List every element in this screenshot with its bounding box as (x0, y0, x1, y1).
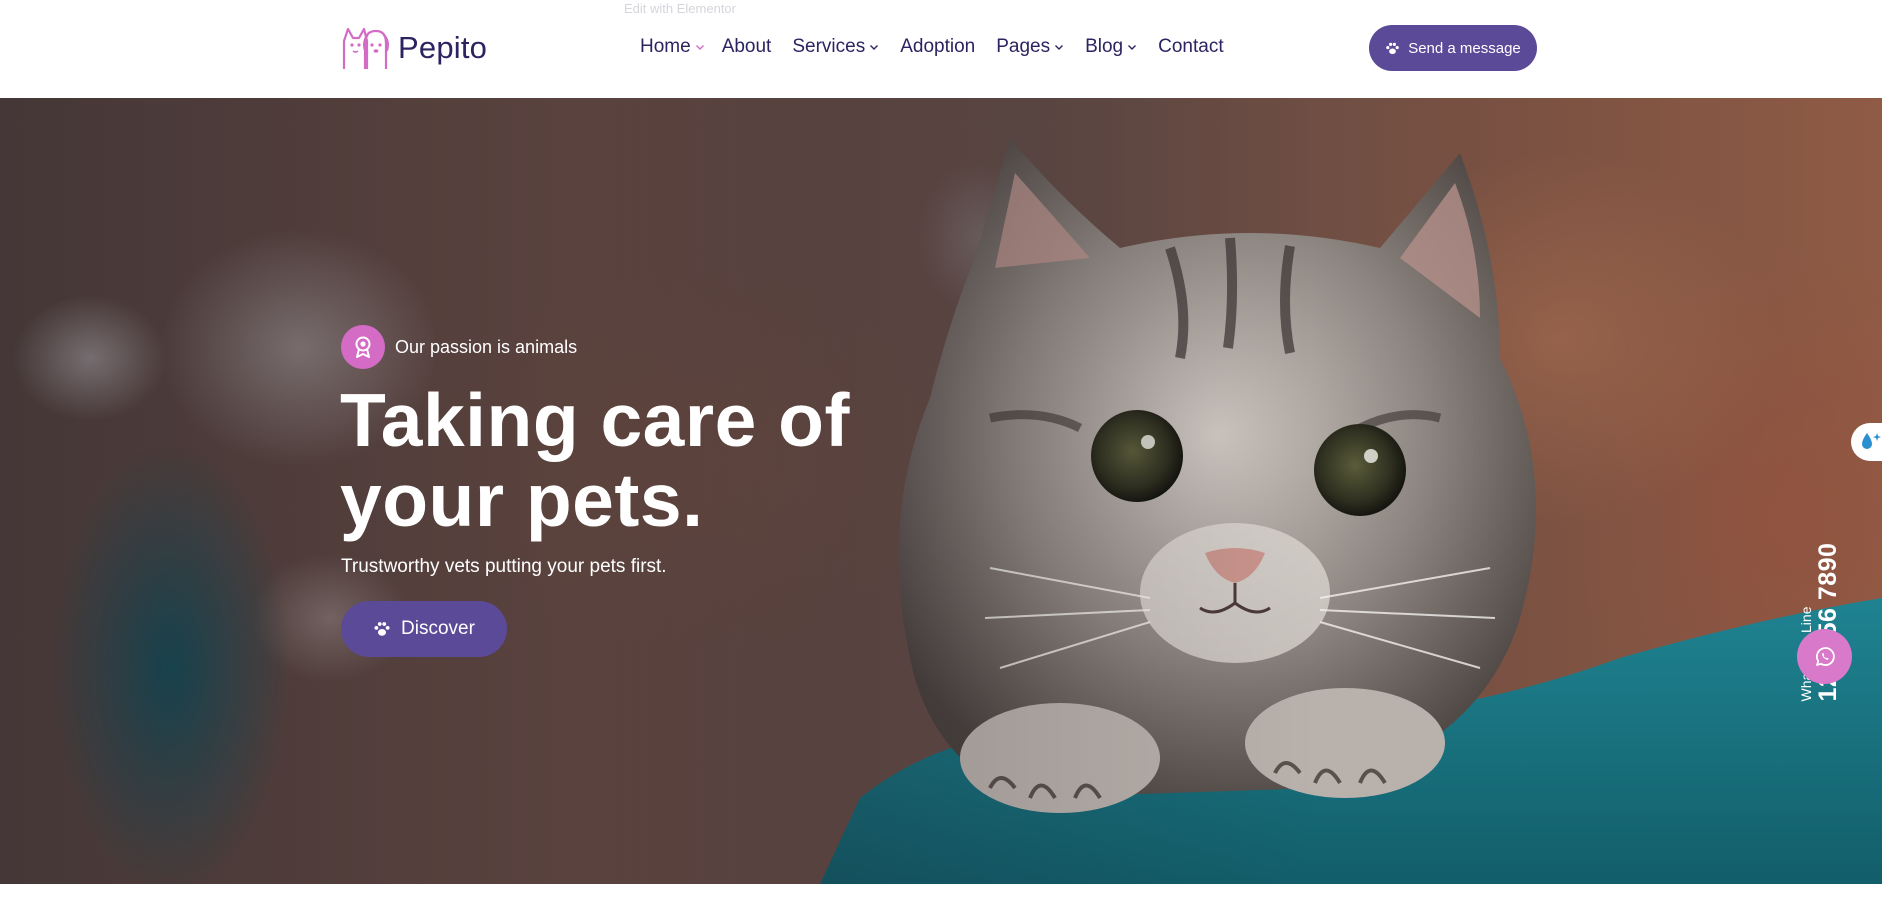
main-nav: Home About Services Adoption Pages Blog … (640, 32, 1224, 62)
discover-label: Discover (401, 618, 475, 639)
nav-item-label: Pages (996, 36, 1051, 57)
hero-headline: Taking care of your pets. (340, 380, 850, 540)
nav-item-blog[interactable]: Blog (1085, 36, 1137, 58)
nav-item-label: Home (640, 36, 691, 57)
site-logo[interactable]: Pepito (340, 22, 487, 74)
nav-item-label: Blog (1085, 36, 1124, 57)
site-header: Edit with Elementor Pepito Home About Se… (0, 0, 1882, 98)
discover-button[interactable]: Discover (341, 601, 507, 657)
edit-with-elementor-hint[interactable]: Edit with Elementor (624, 1, 736, 16)
whatsapp-button[interactable] (1797, 629, 1852, 684)
whatsapp-line: WhatsApp Line 123 456 7890 (1770, 522, 1870, 722)
cat-dog-logo-icon (342, 27, 389, 69)
nav-item-adoption[interactable]: Adoption (900, 36, 975, 58)
paw-icon (374, 622, 390, 636)
hero-tagline-text: Our passion is animals (395, 336, 578, 357)
water-drop-icon (1862, 433, 1881, 449)
chevron-down-icon (1128, 45, 1137, 50)
side-tab[interactable] (1851, 423, 1882, 461)
nav-item-label: Adoption (900, 36, 976, 57)
send-message-label: Send a message (1408, 39, 1521, 57)
nav-item-label: Contact (1158, 36, 1224, 57)
hero-section: Our passion is animals Taking care of yo… (0, 98, 1882, 884)
whatsapp-icon (1815, 646, 1835, 666)
nav-item-label: About (721, 36, 772, 57)
nav-item-about[interactable]: About (722, 36, 772, 58)
nav-item-label: Services (792, 36, 866, 57)
chevron-down-icon (870, 45, 879, 50)
send-message-button[interactable]: Send a message (1369, 25, 1537, 71)
hero-tagline: Our passion is animals (341, 325, 577, 369)
brand-name: Pepito (398, 30, 488, 65)
hero-subline: Trustworthy vets putting your pets first… (341, 556, 667, 577)
award-ribbon-icon (341, 325, 385, 369)
nav-item-pages[interactable]: Pages (996, 36, 1064, 58)
nav-item-services[interactable]: Services (792, 36, 879, 58)
paw-icon (1386, 42, 1399, 54)
hero-headline-line-2: your pets. (340, 458, 704, 542)
nav-item-contact[interactable]: Contact (1158, 36, 1223, 58)
chevron-down-icon (1055, 45, 1064, 50)
hero-headline-line-1: Taking care of (340, 378, 850, 462)
chevron-down-icon (695, 45, 704, 50)
page-bottom-strip (0, 884, 1882, 907)
nav-item-home[interactable]: Home (640, 36, 705, 58)
hero-overlay (0, 98, 1882, 884)
